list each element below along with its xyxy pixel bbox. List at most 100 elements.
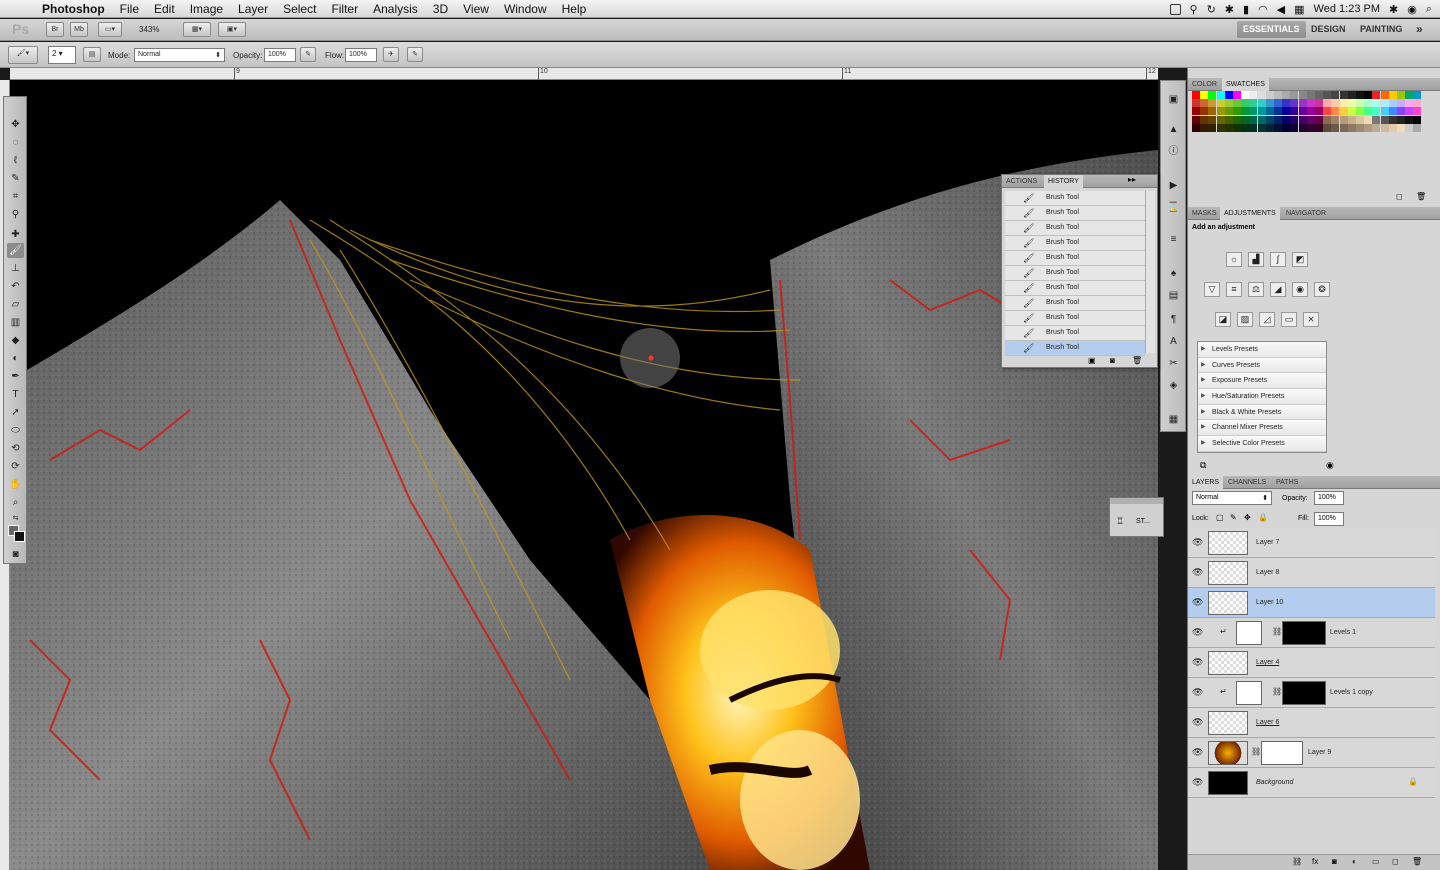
eye-icon[interactable]: 👁 [1192,627,1203,637]
swatch[interactable] [1241,107,1250,116]
history-state-row[interactable]: 🖌 Brush Tool [1005,191,1145,206]
tab-history[interactable]: HISTORY [1044,175,1083,188]
eraser-tool-icon[interactable]: ▱ [7,297,24,312]
workspace-design[interactable]: DESIGN [1305,21,1352,38]
swatch[interactable] [1257,99,1266,108]
menu-help[interactable]: Help [562,2,587,16]
styles-icon[interactable]: ♖ [1116,516,1124,527]
history-state-row[interactable]: 🖌 Brush Tool [1005,251,1145,266]
menu-app-name[interactable]: Photoshop [42,2,105,16]
swatch[interactable] [1306,99,1315,108]
eye-icon[interactable]: 👁 [1192,567,1203,577]
swatch[interactable] [1257,115,1266,124]
layer-style-icon[interactable]: fx [1312,857,1318,866]
posterize-icon[interactable]: ▨ [1237,312,1253,327]
brush-size-picker[interactable]: 2 ▾ [48,46,76,64]
preset-selective-color[interactable]: Selective Color Presets [1198,436,1326,452]
shape-tool-icon[interactable]: ⬭ [7,423,24,438]
tools-preset-panel-icon[interactable]: ✂ [1166,357,1181,371]
swatch[interactable] [1208,123,1217,132]
swatch[interactable] [1257,91,1266,99]
preset-exposure[interactable]: Exposure Presets [1198,373,1326,390]
swatch[interactable] [1224,99,1233,108]
history-state-row[interactable]: 🖌 Brush Tool [1005,221,1145,236]
brush-tool-icon[interactable]: 🖌 [7,243,24,258]
swatch[interactable] [1372,123,1381,132]
swatch[interactable] [1208,91,1217,99]
lock-position-icon[interactable]: ✥ [1244,513,1251,522]
swatch[interactable] [1192,123,1200,132]
history-state-row[interactable]: 🖌 Brush Tool [1005,326,1145,341]
swatch[interactable] [1397,123,1405,132]
channel-mixer-icon[interactable]: ❂ [1314,282,1330,297]
character-panel-icon[interactable]: A [1166,335,1181,349]
tab-layers[interactable]: LAYERS [1188,476,1224,489]
tab-color[interactable]: COLOR [1188,78,1221,91]
actions-panel-icon[interactable]: ▶ [1166,179,1181,193]
swatch[interactable] [1290,107,1299,116]
history-state-row[interactable]: 🖌 Brush Tool [1005,236,1145,251]
menu-analysis[interactable]: Analysis [373,2,418,16]
swatch[interactable] [1265,123,1274,132]
preset-black-white[interactable]: Black & White Presets [1198,404,1326,421]
menu-window[interactable]: Window [504,2,547,16]
brush-panel-toggle-icon[interactable]: ▤ [83,47,101,62]
swatch[interactable] [1388,107,1397,116]
swatch[interactable] [1282,123,1291,132]
dodge-tool-icon[interactable]: ◐ [7,351,24,366]
swatch[interactable] [1216,115,1225,124]
layer-comps-panel-icon[interactable]: ▦ [1166,413,1181,427]
eye-icon[interactable]: 👁 [1192,687,1203,697]
swatch[interactable] [1274,123,1282,132]
swatch[interactable] [1192,107,1200,116]
swatch[interactable] [1413,99,1422,108]
swatch[interactable] [1298,123,1307,132]
preset-hue-saturation[interactable]: Hue/Saturation Presets [1198,389,1326,405]
fill-input[interactable]: 100% [1314,512,1344,526]
swatch[interactable] [1356,91,1364,99]
chain-link-icon[interactable]: ⛓ [1272,687,1282,696]
swatch[interactable] [1405,91,1414,99]
swatch[interactable] [1298,115,1307,124]
swatch[interactable] [1323,115,1332,124]
swatch[interactable] [1397,115,1405,124]
swatch[interactable] [1233,123,1241,132]
swatch[interactable] [1315,91,1323,99]
swatch[interactable] [1298,107,1307,116]
swatch[interactable] [1315,107,1323,116]
swatch[interactable] [1347,115,1356,124]
layer-row[interactable]: 👁 Layer 4 [1188,648,1435,678]
layer-row[interactable]: 👁 ⛓ Layer 9 [1188,738,1435,768]
eye-icon[interactable]: 👁 [1192,537,1203,547]
swatch[interactable] [1224,107,1233,116]
layer-row[interactable]: 👁 Layer 6 [1188,708,1435,738]
swatch[interactable] [1372,99,1381,108]
swatch[interactable] [1331,107,1340,116]
3d-orbit-tool-icon[interactable]: ⟳ [7,459,24,474]
bridge-icon[interactable]: Br [46,22,64,37]
swatch[interactable] [1315,115,1323,124]
history-state-row[interactable]: 🖌 Brush Tool [1005,341,1145,356]
minibridge-panel-icon[interactable]: ▣ [1166,93,1181,107]
minibridge-icon[interactable]: Mb [70,22,88,37]
swatch[interactable] [1257,123,1266,132]
swatch[interactable] [1388,123,1397,132]
workspace-painting[interactable]: PAINTING [1354,21,1408,38]
background-color-swatch[interactable] [14,531,25,542]
swatch[interactable] [1380,115,1389,124]
swatch[interactable] [1356,115,1364,124]
link-layers-icon[interactable]: ⛓ [1292,857,1302,866]
more-workspaces-icon[interactable]: » [1410,21,1429,38]
swatch[interactable] [1265,107,1274,116]
user-icon[interactable]: ◉ [1407,3,1417,16]
swatch[interactable] [1208,99,1217,108]
tab-adjustments[interactable]: ADJUSTMENTS [1220,207,1280,220]
tab-channels[interactable]: CHANNELS [1224,476,1270,489]
add-mask-icon[interactable]: ◙ [1332,857,1337,866]
pen-tool-icon[interactable]: ✒ [7,369,24,384]
clip-adjustment-icon[interactable]: ⧉ [1200,460,1206,471]
swatch[interactable] [1200,123,1209,132]
lasso-tool-icon[interactable]: ℓ [7,153,24,168]
eye-icon[interactable]: 👁 [1192,747,1203,757]
curves-icon[interactable]: ∫ [1270,252,1286,267]
